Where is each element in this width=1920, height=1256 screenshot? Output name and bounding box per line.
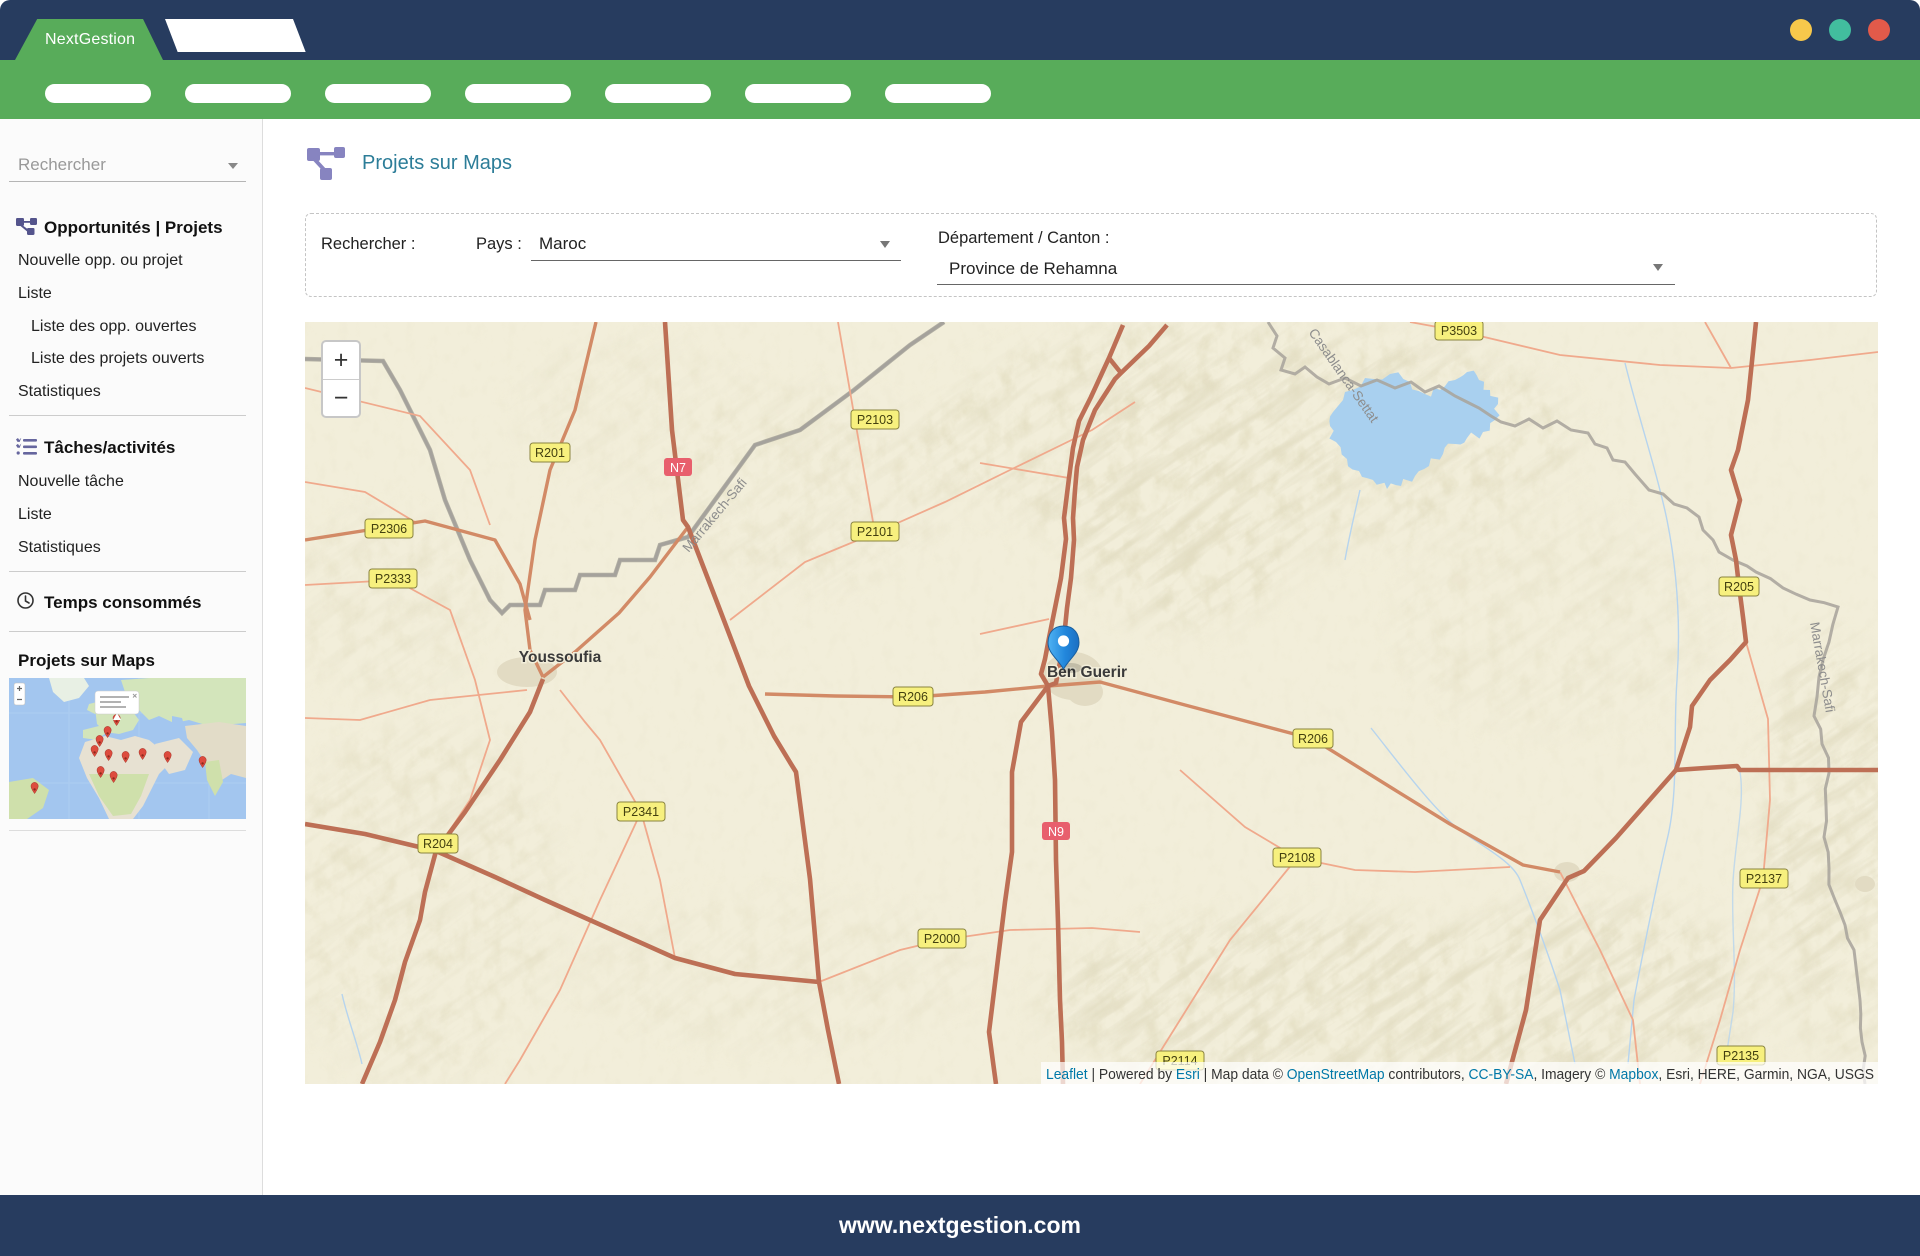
svg-text:R206: R206 xyxy=(898,690,928,704)
svg-text:R204: R204 xyxy=(423,837,453,851)
svg-text:P3503: P3503 xyxy=(1441,324,1477,338)
svg-text:P2135: P2135 xyxy=(1723,1049,1759,1063)
svg-text:P2341: P2341 xyxy=(623,805,659,819)
svg-text:R206: R206 xyxy=(1298,732,1328,746)
svg-text:P2108: P2108 xyxy=(1279,851,1315,865)
svg-text:N7: N7 xyxy=(670,461,686,475)
svg-text:P2137: P2137 xyxy=(1746,872,1782,886)
svg-text:Ben Guerir: Ben Guerir xyxy=(1047,664,1127,681)
svg-text:Youssoufia: Youssoufia xyxy=(519,649,602,666)
svg-text:R201: R201 xyxy=(535,446,565,460)
svg-text:P2000: P2000 xyxy=(924,932,960,946)
svg-text:P2333: P2333 xyxy=(375,572,411,586)
svg-text:P2101: P2101 xyxy=(857,525,893,539)
svg-text:P2306: P2306 xyxy=(371,522,407,536)
svg-text:R205: R205 xyxy=(1724,580,1754,594)
svg-text:Leaflet | Powered by Esri | Ma: Leaflet | Powered by Esri | Map data © O… xyxy=(1046,1067,1874,1083)
svg-text:P2103: P2103 xyxy=(857,413,893,427)
svg-text:N9: N9 xyxy=(1048,825,1064,839)
